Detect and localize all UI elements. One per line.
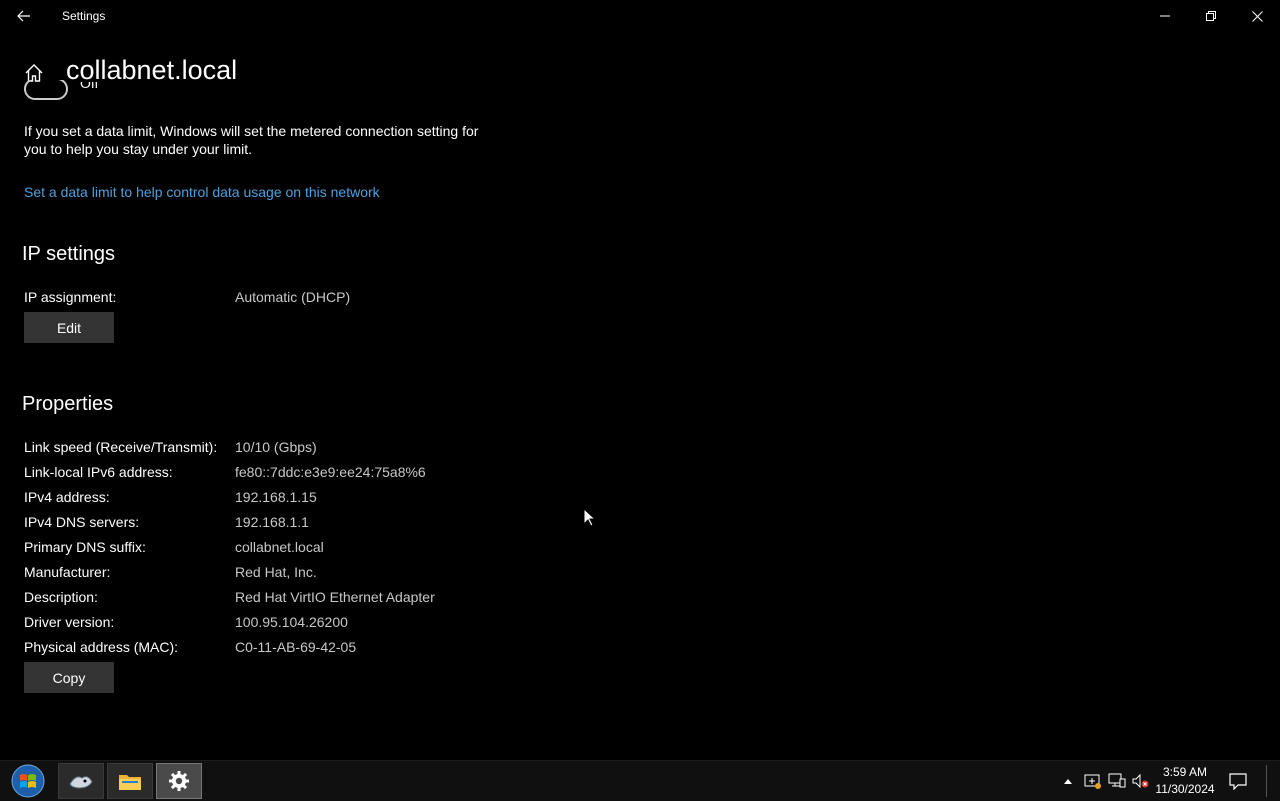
show-desktop-button[interactable] (1266, 765, 1275, 797)
ip-assignment-label: IP assignment: (24, 289, 117, 305)
clock-date: 11/30/2024 (1155, 782, 1215, 796)
toggle-track (24, 80, 68, 100)
show-hidden-icons-icon (1064, 779, 1072, 784)
ip-assignment-value: Automatic (DHCP) (235, 289, 351, 305)
dns-suffix-value: collabnet.local (235, 539, 324, 555)
mac-address-label: Physical address (MAC): (24, 639, 179, 655)
minimize-button[interactable] (1142, 0, 1188, 32)
windows-logo-icon (11, 764, 45, 798)
link-speed-value: 10/10 (Gbps) (235, 439, 317, 455)
restore-icon (1206, 11, 1216, 21)
clock-time: 3:59 AM (1162, 765, 1208, 779)
title-bar: Settings (0, 0, 1280, 32)
taskbar-settings[interactable] (156, 763, 202, 799)
settings-gear-icon (169, 771, 189, 791)
properties-heading: Properties (22, 393, 114, 415)
back-arrow-icon (17, 10, 30, 22)
ipv6-address-label: Link-local IPv6 address: (24, 464, 173, 480)
security-tray-button[interactable] (1083, 771, 1103, 791)
ipv4-address-value: 192.168.1.15 (235, 489, 317, 505)
action-center-button[interactable] (1224, 767, 1252, 795)
ipv4-dns-value: 192.168.1.1 (235, 514, 309, 530)
description-label: Description: (24, 589, 98, 605)
taskbar-clock[interactable]: 3:59 AM 11/30/2024 (1150, 764, 1220, 798)
minimize-icon (1160, 15, 1170, 17)
back-button[interactable] (8, 2, 40, 30)
restore-button[interactable] (1188, 0, 1234, 32)
manufacturer-value: Red Hat, Inc. (235, 564, 317, 580)
driver-version-label: Driver version: (24, 614, 115, 630)
taskbar-terminal-app[interactable] (58, 763, 104, 799)
taskbar-file-explorer[interactable] (107, 763, 153, 799)
notification-icon (1229, 773, 1247, 790)
dns-suffix-label: Primary DNS suffix: (24, 539, 146, 555)
network-tray-button[interactable] (1107, 771, 1127, 791)
edit-button[interactable]: Edit (24, 312, 114, 343)
volume-muted-icon (1132, 773, 1149, 789)
start-button[interactable] (6, 763, 50, 799)
file-explorer-icon (119, 775, 141, 790)
show-hidden-icons-button[interactable] (1058, 771, 1078, 791)
taskbar: 3:59 AM 11/30/2024 (0, 760, 1280, 801)
mouse-pointer-icon (583, 508, 597, 527)
terminal-app-icon (69, 776, 93, 789)
data-limit-info-text: If you set a data limit, Windows will se… (24, 123, 479, 157)
metered-connection-toggle[interactable] (24, 80, 68, 102)
close-button[interactable] (1234, 0, 1280, 32)
ip-settings-heading: IP settings (22, 243, 116, 265)
set-data-limit-link[interactable]: Set a data limit to help control data us… (24, 184, 380, 200)
window-title: Settings (62, 9, 106, 23)
toggle-state-label: Off (80, 82, 99, 91)
link-speed-label: Link speed (Receive/Transmit): (24, 439, 218, 455)
ipv4-dns-label: IPv4 DNS servers: (24, 514, 140, 530)
copy-button[interactable]: Copy (24, 662, 114, 693)
mac-address-value: C0-11-AB-69-42-05 (235, 639, 357, 655)
network-icon (1108, 773, 1126, 788)
volume-tray-button[interactable] (1130, 771, 1150, 791)
ipv4-address-label: IPv4 address: (24, 489, 110, 505)
security-alert-icon (1084, 774, 1101, 789)
manufacturer-label: Manufacturer: (24, 564, 111, 580)
close-icon (1251, 10, 1263, 22)
ipv6-address-value: fe80::7ddc:e3e9:ee24:75a8%6 (235, 464, 426, 480)
description-value: Red Hat VirtIO Ethernet Adapter (235, 589, 435, 605)
driver-version-value: 100.95.104.26200 (235, 614, 348, 630)
